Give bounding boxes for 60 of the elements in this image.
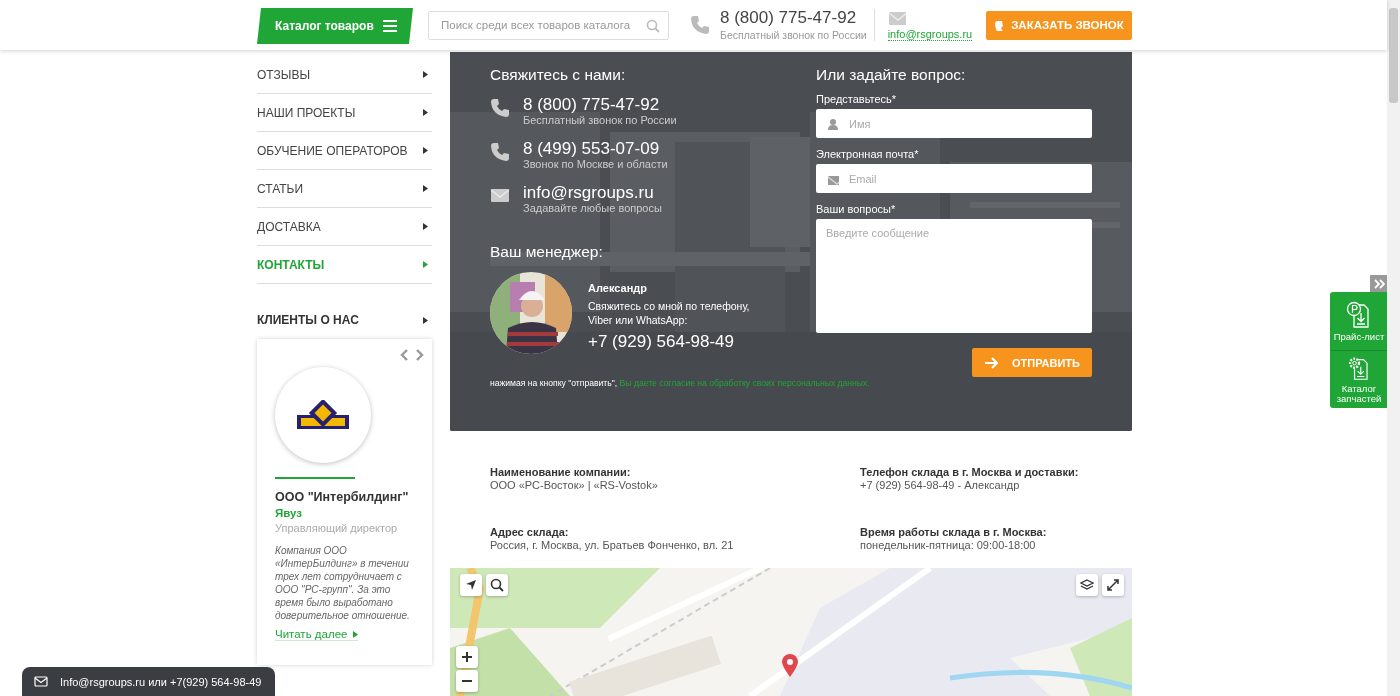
search-button[interactable]	[486, 574, 508, 596]
section-title: КЛИЕНТЫ О НАС	[257, 313, 359, 327]
layers-button[interactable]	[1076, 574, 1098, 596]
collapse-button[interactable]	[1370, 275, 1388, 292]
triangle-icon	[423, 223, 428, 230]
person-name: Явуз	[275, 507, 303, 519]
person-position: Управляющий директор	[275, 522, 399, 534]
phone-number: 8 (800) 775-47-92	[720, 8, 857, 27]
menu-item[interactable]: ОТЗЫВЫ	[257, 56, 432, 94]
zoom-in-icon	[460, 650, 474, 664]
read-more-link[interactable]: Читать далее	[275, 628, 359, 641]
info-label: Время работы склада в г. Москва:	[860, 525, 1048, 538]
navigation-arrow-button[interactable]	[460, 574, 482, 596]
menu-icon	[383, 19, 397, 33]
info-label: Наименование компании:	[490, 466, 632, 478]
info-value: Россия, г. Москва, ул. Братьев Фонченко, вл. 21	[490, 538, 735, 551]
map-pin-icon	[782, 654, 798, 677]
chevron-left-icon[interactable]	[400, 349, 409, 361]
triangle-icon	[423, 261, 428, 268]
triangle-icon	[423, 109, 428, 116]
triangle-icon	[423, 71, 428, 78]
scrollbar-thumb[interactable]	[1389, 8, 1398, 103]
envelope-icon	[887, 9, 906, 25]
menu-item[interactable]: ДОСТАВКА	[257, 208, 432, 246]
search-icon	[490, 578, 504, 592]
double-chevron-icon	[1373, 278, 1385, 289]
phone-note: Бесплатный звонок по России	[720, 29, 867, 41]
info-value: понедельник-пятница: 09:00-18:00	[860, 538, 1037, 551]
chevron-right-icon[interactable]	[415, 349, 424, 361]
menu-item[interactable]: КОНТАКТЫ	[257, 246, 432, 284]
callback-button[interactable]: ЗАКАЗАТЬ ЗВОНОК	[986, 10, 1132, 40]
menu-item[interactable]: НАШИ ПРОЕКТЫ	[257, 94, 432, 132]
triangle-icon	[423, 316, 428, 324]
triangle-icon	[423, 147, 428, 154]
info-label: Адрес склада:	[490, 525, 570, 538]
testimonial-text: Компания ООО «ИнтерБилдинг» в течении трех лет сотрудничает с ООО "РС-групп". За это время было выработано доверительное отношение.	[275, 544, 411, 622]
price-document-icon	[1346, 301, 1372, 329]
navigation-arrow-icon	[464, 578, 478, 592]
triangle-icon	[353, 630, 359, 638]
fullscreen-icon	[1106, 578, 1120, 592]
download-button[interactable]: Прайс-лист	[1330, 292, 1388, 350]
search-icon	[646, 18, 660, 33]
zoom-out-button[interactable]	[456, 670, 478, 692]
zoom-in-button[interactable]	[456, 646, 478, 668]
menu-item[interactable]: СТАТЬИ	[257, 170, 432, 208]
catalog-button[interactable]: Каталог товаров	[257, 8, 413, 44]
fullscreen-button[interactable]	[1102, 574, 1124, 596]
info-value: ООО «РС-Восток» | «RS-Vostok»	[490, 479, 659, 491]
email-link[interactable]: info@rsgroups.ru	[887, 28, 973, 41]
envelope-icon	[34, 676, 48, 687]
menu-item[interactable]: ОБУЧЕНИЕ ОПЕРАТОРОВ	[257, 132, 432, 170]
info-label: Телефон склада в г. Москва и доставки:	[860, 466, 1080, 478]
company-name: ООО "Интербилдинг"	[275, 490, 410, 504]
download-button[interactable]: Каталог запчастей	[1330, 350, 1388, 408]
company-logo	[296, 400, 350, 430]
search-field[interactable]: Поиск среди всех товаров каталога	[428, 10, 669, 40]
contact-text: Info@rsgroups.ru или +7(929) 564-98-49	[60, 675, 262, 688]
triangle-icon	[423, 185, 428, 192]
layers-icon	[1080, 578, 1094, 592]
info-value: +7 (929) 564-98-49 - Александр	[860, 479, 1021, 491]
